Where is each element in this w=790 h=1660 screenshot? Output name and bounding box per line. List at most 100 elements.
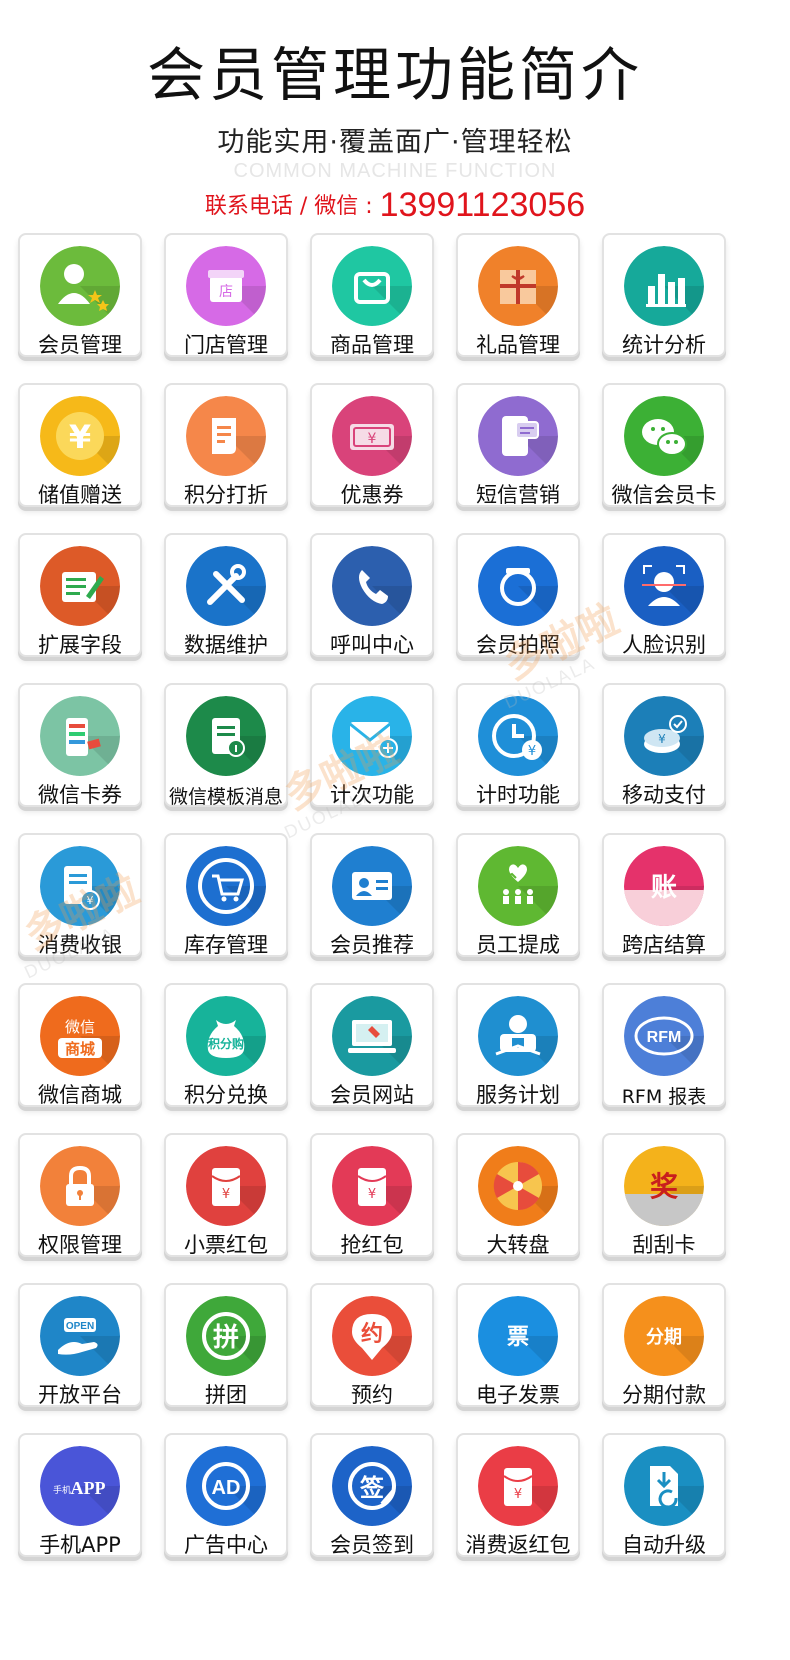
feature-label: 计时功能	[476, 783, 560, 807]
svg-text:¥: ¥	[368, 431, 377, 447]
feature-card-appointment[interactable]: 约预约	[310, 1283, 434, 1407]
feature-card-coupon[interactable]: ¥ 优惠券	[310, 383, 434, 507]
feature-label: 服务计划	[476, 1083, 560, 1107]
svg-text:微信: 微信	[65, 1018, 95, 1036]
svg-text:商城: 商城	[65, 1040, 95, 1058]
svg-text:¥: ¥	[368, 1187, 376, 1202]
feature-card-receipt[interactable]: ¥ 消费收银	[18, 833, 142, 957]
svg-text:¥: ¥	[528, 744, 536, 759]
feature-card-bar-chart[interactable]: 统计分析	[602, 233, 726, 357]
feature-label: 跨店结算	[622, 933, 706, 957]
member-icon	[40, 246, 120, 326]
feature-card-shopping-bag[interactable]: 商品管理	[310, 233, 434, 357]
feature-card-card-voucher[interactable]: 微信卡券	[18, 683, 142, 807]
feature-card-envelope-plus[interactable]: 计次功能	[310, 683, 434, 807]
service-plan-icon	[478, 996, 558, 1076]
mobile-app-icon: 手机 APP	[40, 1446, 120, 1526]
svg-text:¥: ¥	[514, 1487, 522, 1502]
group-buy-icon: 拼	[186, 1296, 266, 1376]
feature-card-edit[interactable]: 扩展字段	[18, 533, 142, 657]
grab-red-envelope-icon: ¥	[332, 1146, 412, 1226]
page-subtitle: 功能实用·覆盖面广·管理轻松	[217, 127, 573, 158]
feature-label: 移动支付	[622, 783, 706, 807]
feature-card-face-scan[interactable]: 人脸识别	[602, 533, 726, 657]
feature-label: 扩展字段	[38, 633, 122, 657]
feature-label: 会员拍照	[476, 633, 560, 657]
cart-icon	[186, 846, 266, 926]
feature-card-ad-center[interactable]: AD 广告中心	[164, 1433, 288, 1557]
feature-card-wechat-mall[interactable]: 微信 商城 微信商城	[18, 983, 142, 1107]
feature-card-sign-in[interactable]: 签 会员签到	[310, 1433, 434, 1557]
svg-text:店: 店	[219, 284, 233, 300]
feature-card-yen-coin[interactable]: ¥ 储值赠送	[18, 383, 142, 507]
feature-label: 短信营销	[476, 483, 560, 507]
feature-card-camera[interactable]: 会员拍照	[456, 533, 580, 657]
feature-label: 微信模板消息	[168, 786, 283, 808]
feature-card-auto-upgrade[interactable]: 自动升级	[602, 1433, 726, 1557]
clock-yen-icon: ¥	[478, 696, 558, 776]
svg-text:¥: ¥	[222, 1187, 230, 1202]
feature-label: 广告中心	[184, 1533, 268, 1557]
feature-card-clock-yen[interactable]: ¥ 计时功能	[456, 683, 580, 807]
document-icon	[186, 396, 266, 476]
contact-label: 联系电话 / 微信 :	[204, 194, 380, 219]
page-subtitle-english: COMMON MACHINE FUNCTION	[233, 160, 557, 182]
feature-card-template-message[interactable]: 微信模板消息	[164, 683, 288, 808]
feature-card-cashback-envelope[interactable]: ¥ 消费返红包	[456, 1433, 580, 1557]
feature-card-lock[interactable]: 权限管理	[18, 1133, 142, 1257]
feature-card-tools[interactable]: 数据维护	[164, 533, 288, 657]
template-message-icon	[186, 696, 266, 776]
feature-label: 积分打折	[184, 483, 268, 507]
phone-icon	[332, 546, 412, 626]
svg-text:RFM: RFM	[647, 1029, 682, 1046]
svg-text:账: 账	[651, 873, 677, 903]
feature-card-red-envelope[interactable]: ¥ 小票红包	[164, 1133, 288, 1257]
feature-label: 消费收银	[38, 933, 122, 957]
edit-icon	[40, 546, 120, 626]
feature-card-id-card[interactable]: 会员推荐	[310, 833, 434, 957]
wechat-icon	[624, 396, 704, 476]
feature-label: 微信会员卡	[611, 483, 717, 507]
lucky-wheel-icon	[478, 1146, 558, 1226]
tools-icon	[186, 546, 266, 626]
feature-card-service-plan[interactable]: 服务计划	[456, 983, 580, 1107]
red-envelope-icon: ¥	[186, 1146, 266, 1226]
feature-card-mobile-pay[interactable]: ¥ 移动支付	[602, 683, 726, 807]
feature-label: 呼叫中心	[330, 633, 414, 657]
feature-label: 库存管理	[184, 933, 268, 957]
feature-card-sms[interactable]: 短信营销	[456, 383, 580, 507]
feature-card-open-platform[interactable]: OPEN 开放平台	[18, 1283, 142, 1407]
feature-card-document[interactable]: 积分打折	[164, 383, 288, 507]
feature-label: 会员网站	[330, 1083, 414, 1107]
feature-card-scratch-card[interactable]: 奖刮刮卡	[602, 1133, 726, 1257]
feature-label: 电子发票	[476, 1383, 560, 1407]
svg-text:手机: 手机	[53, 1484, 71, 1496]
feature-card-lucky-wheel[interactable]: 大转盘	[456, 1133, 580, 1257]
feature-card-mobile-app[interactable]: 手机 APP 手机APP	[18, 1433, 142, 1557]
feature-card-grab-red-envelope[interactable]: ¥ 抢红包	[310, 1133, 434, 1257]
feature-card-wechat[interactable]: 微信会员卡	[602, 383, 726, 507]
feature-card-installment[interactable]: 分期 分期付款	[602, 1283, 726, 1407]
feature-card-member[interactable]: 会员管理	[18, 233, 142, 357]
lock-icon	[40, 1146, 120, 1226]
feature-card-invoice[interactable]: 票电子发票	[456, 1283, 580, 1407]
feature-card-gift[interactable]: 礼品管理	[456, 233, 580, 357]
feature-card-phone[interactable]: 呼叫中心	[310, 533, 434, 657]
svg-text:¥: ¥	[658, 732, 666, 746]
feature-card-website[interactable]: 会员网站	[310, 983, 434, 1107]
shopping-bag-icon	[332, 246, 412, 326]
feature-card-rfm[interactable]: RFM RFM 报表	[602, 983, 726, 1108]
appointment-icon: 约	[332, 1296, 412, 1376]
feature-card-cart[interactable]: 库存管理	[164, 833, 288, 957]
svg-text:分期: 分期	[646, 1327, 682, 1348]
feature-card-team[interactable]: 员工提成	[456, 833, 580, 957]
feature-card-store[interactable]: 店门店管理	[164, 233, 288, 357]
feature-card-account[interactable]: 账跨店结算	[602, 833, 726, 957]
feature-label: 权限管理	[38, 1233, 122, 1257]
feature-card-group-buy[interactable]: 拼拼团	[164, 1283, 288, 1407]
feature-label: 数据维护	[184, 633, 268, 657]
open-platform-icon: OPEN	[40, 1296, 120, 1376]
feature-card-points-bag[interactable]: 积分购 积分兑换	[164, 983, 288, 1107]
feature-label: 会员推荐	[330, 933, 414, 957]
auto-upgrade-icon	[624, 1446, 704, 1526]
